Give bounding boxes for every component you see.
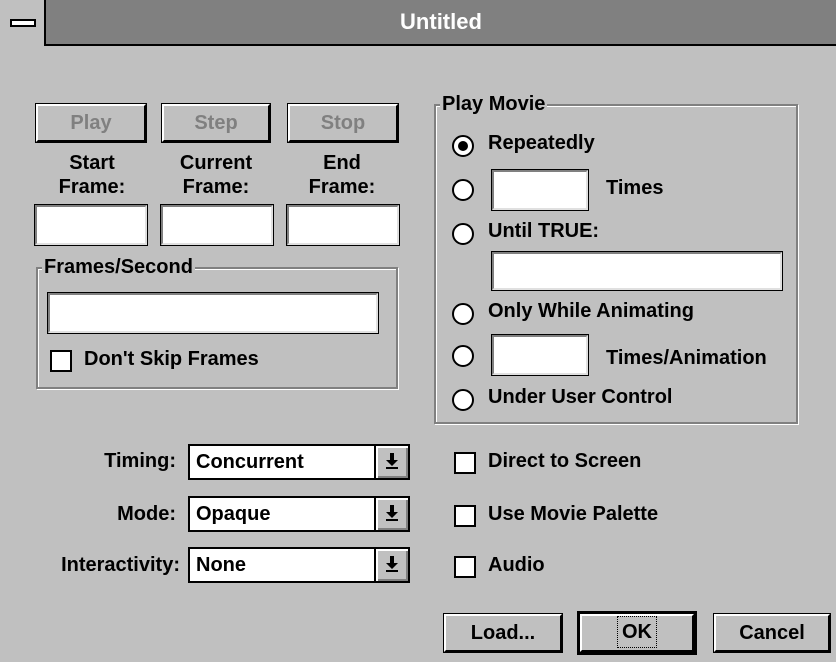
timing-label: Timing: bbox=[104, 450, 176, 472]
use-movie-palette-label: Use Movie Palette bbox=[488, 503, 659, 525]
interactivity-label: Interactivity: bbox=[61, 554, 180, 576]
start-frame-label: Start Frame: bbox=[58, 152, 126, 198]
only-while-animating-label: Only While Animating bbox=[488, 300, 694, 322]
direct-to-screen-checkbox[interactable] bbox=[454, 452, 476, 474]
interactivity-value: None bbox=[196, 554, 246, 576]
direct-to-screen-label: Direct to Screen bbox=[488, 450, 642, 472]
system-menu-icon bbox=[10, 19, 36, 27]
end-frame-label: End Frame: bbox=[308, 152, 376, 198]
until-true-label: Until TRUE: bbox=[488, 220, 600, 242]
system-menu-button[interactable] bbox=[0, 0, 46, 46]
until-true-input[interactable] bbox=[491, 251, 783, 291]
times-animation-label: Times/Animation bbox=[606, 347, 767, 369]
times-label: Times bbox=[606, 177, 664, 199]
start-frame-input[interactable] bbox=[34, 204, 148, 246]
audio-checkbox[interactable] bbox=[454, 556, 476, 578]
under-user-control-radio[interactable] bbox=[452, 389, 474, 411]
timing-dropdown[interactable]: Concurrent bbox=[188, 444, 410, 480]
stop-button[interactable]: Stop bbox=[287, 103, 399, 143]
times-input[interactable] bbox=[491, 169, 589, 211]
frames-per-second-input[interactable] bbox=[47, 292, 379, 334]
cancel-button-label: Cancel bbox=[739, 622, 805, 644]
dont-skip-frames-checkbox[interactable] bbox=[50, 350, 72, 372]
interactivity-dropdown[interactable]: None bbox=[188, 547, 410, 583]
audio-label: Audio bbox=[488, 554, 545, 576]
timing-dropdown-button[interactable] bbox=[374, 446, 408, 478]
step-button-label: Step bbox=[194, 112, 238, 134]
until-true-radio[interactable] bbox=[452, 223, 474, 245]
timing-value: Concurrent bbox=[196, 451, 304, 473]
repeatedly-label: Repeatedly bbox=[488, 132, 595, 154]
load-button-label: Load... bbox=[470, 622, 536, 644]
title-bar[interactable]: Untitled bbox=[0, 0, 836, 46]
stop-button-label: Stop bbox=[320, 112, 366, 134]
ok-button[interactable]: OK bbox=[577, 611, 697, 655]
cancel-button[interactable]: Cancel bbox=[713, 613, 831, 653]
only-while-animating-radio[interactable] bbox=[452, 303, 474, 325]
mode-label: Mode: bbox=[117, 503, 176, 525]
ok-button-label: OK bbox=[617, 616, 657, 648]
current-frame-input[interactable] bbox=[160, 204, 274, 246]
mode-value: Opaque bbox=[196, 503, 271, 525]
dropdown-arrow-icon bbox=[386, 453, 398, 469]
window-title: Untitled bbox=[400, 9, 482, 34]
dropdown-arrow-icon bbox=[386, 556, 398, 572]
mode-dropdown-button[interactable] bbox=[374, 498, 408, 530]
dont-skip-frames-label: Don't Skip Frames bbox=[84, 348, 259, 370]
repeatedly-radio[interactable] bbox=[452, 135, 474, 157]
radio-selected-dot bbox=[458, 141, 468, 151]
play-button-label: Play bbox=[70, 112, 112, 134]
times-animation-radio[interactable] bbox=[452, 345, 474, 367]
play-movie-legend: Play Movie bbox=[440, 91, 548, 117]
mode-dropdown[interactable]: Opaque bbox=[188, 496, 410, 532]
step-button[interactable]: Step bbox=[161, 103, 271, 143]
dialog-window: Untitled Play Step Stop Start Frame: Curr… bbox=[0, 0, 836, 662]
under-user-control-label: Under User Control bbox=[488, 386, 673, 408]
play-button[interactable]: Play bbox=[35, 103, 147, 143]
load-button[interactable]: Load... bbox=[443, 613, 563, 653]
use-movie-palette-checkbox[interactable] bbox=[454, 505, 476, 527]
end-frame-input[interactable] bbox=[286, 204, 400, 246]
frames-per-second-legend: Frames/Second bbox=[42, 254, 195, 280]
interactivity-dropdown-button[interactable] bbox=[374, 549, 408, 581]
times-animation-input[interactable] bbox=[491, 334, 589, 376]
current-frame-label: Current Frame: bbox=[179, 152, 253, 198]
dropdown-arrow-icon bbox=[386, 505, 398, 521]
times-radio[interactable] bbox=[452, 179, 474, 201]
